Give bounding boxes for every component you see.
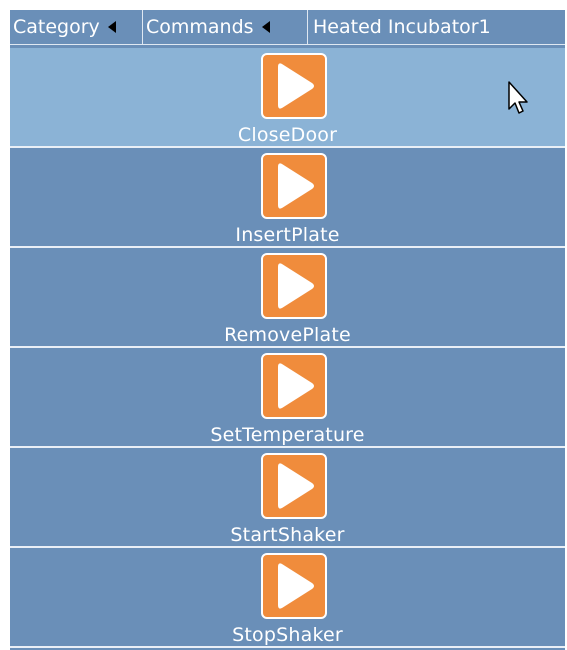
breadcrumb-commands[interactable]: Commands: [143, 10, 308, 44]
commands-panel: Category Commands Heated Incubator1 Clos…: [10, 10, 565, 650]
play-icon: [278, 363, 314, 409]
play-button[interactable]: [261, 353, 327, 419]
play-icon: [278, 263, 314, 309]
command-label: SetTemperature: [210, 424, 365, 446]
breadcrumb-device-label: Heated Incubator1: [313, 16, 491, 38]
play-icon: [278, 563, 314, 609]
play-button[interactable]: [261, 53, 327, 119]
play-icon: [278, 463, 314, 509]
command-row-stop-shaker[interactable]: StopShaker: [10, 548, 565, 648]
back-arrow-icon[interactable]: [107, 21, 116, 33]
play-button[interactable]: [261, 453, 327, 519]
command-row-start-shaker[interactable]: StartShaker: [10, 448, 565, 548]
breadcrumb-device[interactable]: Heated Incubator1: [308, 10, 565, 44]
command-label: CloseDoor: [237, 124, 338, 146]
play-icon: [278, 63, 314, 109]
command-row-set-temperature[interactable]: SetTemperature: [10, 348, 565, 448]
command-row-insert-plate[interactable]: InsertPlate: [10, 148, 565, 248]
play-button[interactable]: [261, 553, 327, 619]
command-label: StartShaker: [230, 524, 345, 546]
command-label: InsertPlate: [235, 224, 340, 246]
back-arrow-icon[interactable]: [261, 21, 270, 33]
play-icon: [278, 163, 314, 209]
command-label: StopShaker: [232, 624, 343, 646]
breadcrumb-commands-label: Commands: [146, 16, 254, 38]
command-row-close-door[interactable]: CloseDoor: [10, 48, 565, 148]
breadcrumb-category-label: Category: [13, 16, 100, 38]
command-label: RemovePlate: [224, 324, 351, 346]
play-button[interactable]: [261, 153, 327, 219]
breadcrumb-category[interactable]: Category: [10, 10, 143, 44]
play-button[interactable]: [261, 253, 327, 319]
breadcrumb: Category Commands Heated Incubator1: [10, 10, 565, 45]
command-list: CloseDoor InsertPlate RemovePlate SetTem…: [10, 48, 565, 648]
command-row-remove-plate[interactable]: RemovePlate: [10, 248, 565, 348]
